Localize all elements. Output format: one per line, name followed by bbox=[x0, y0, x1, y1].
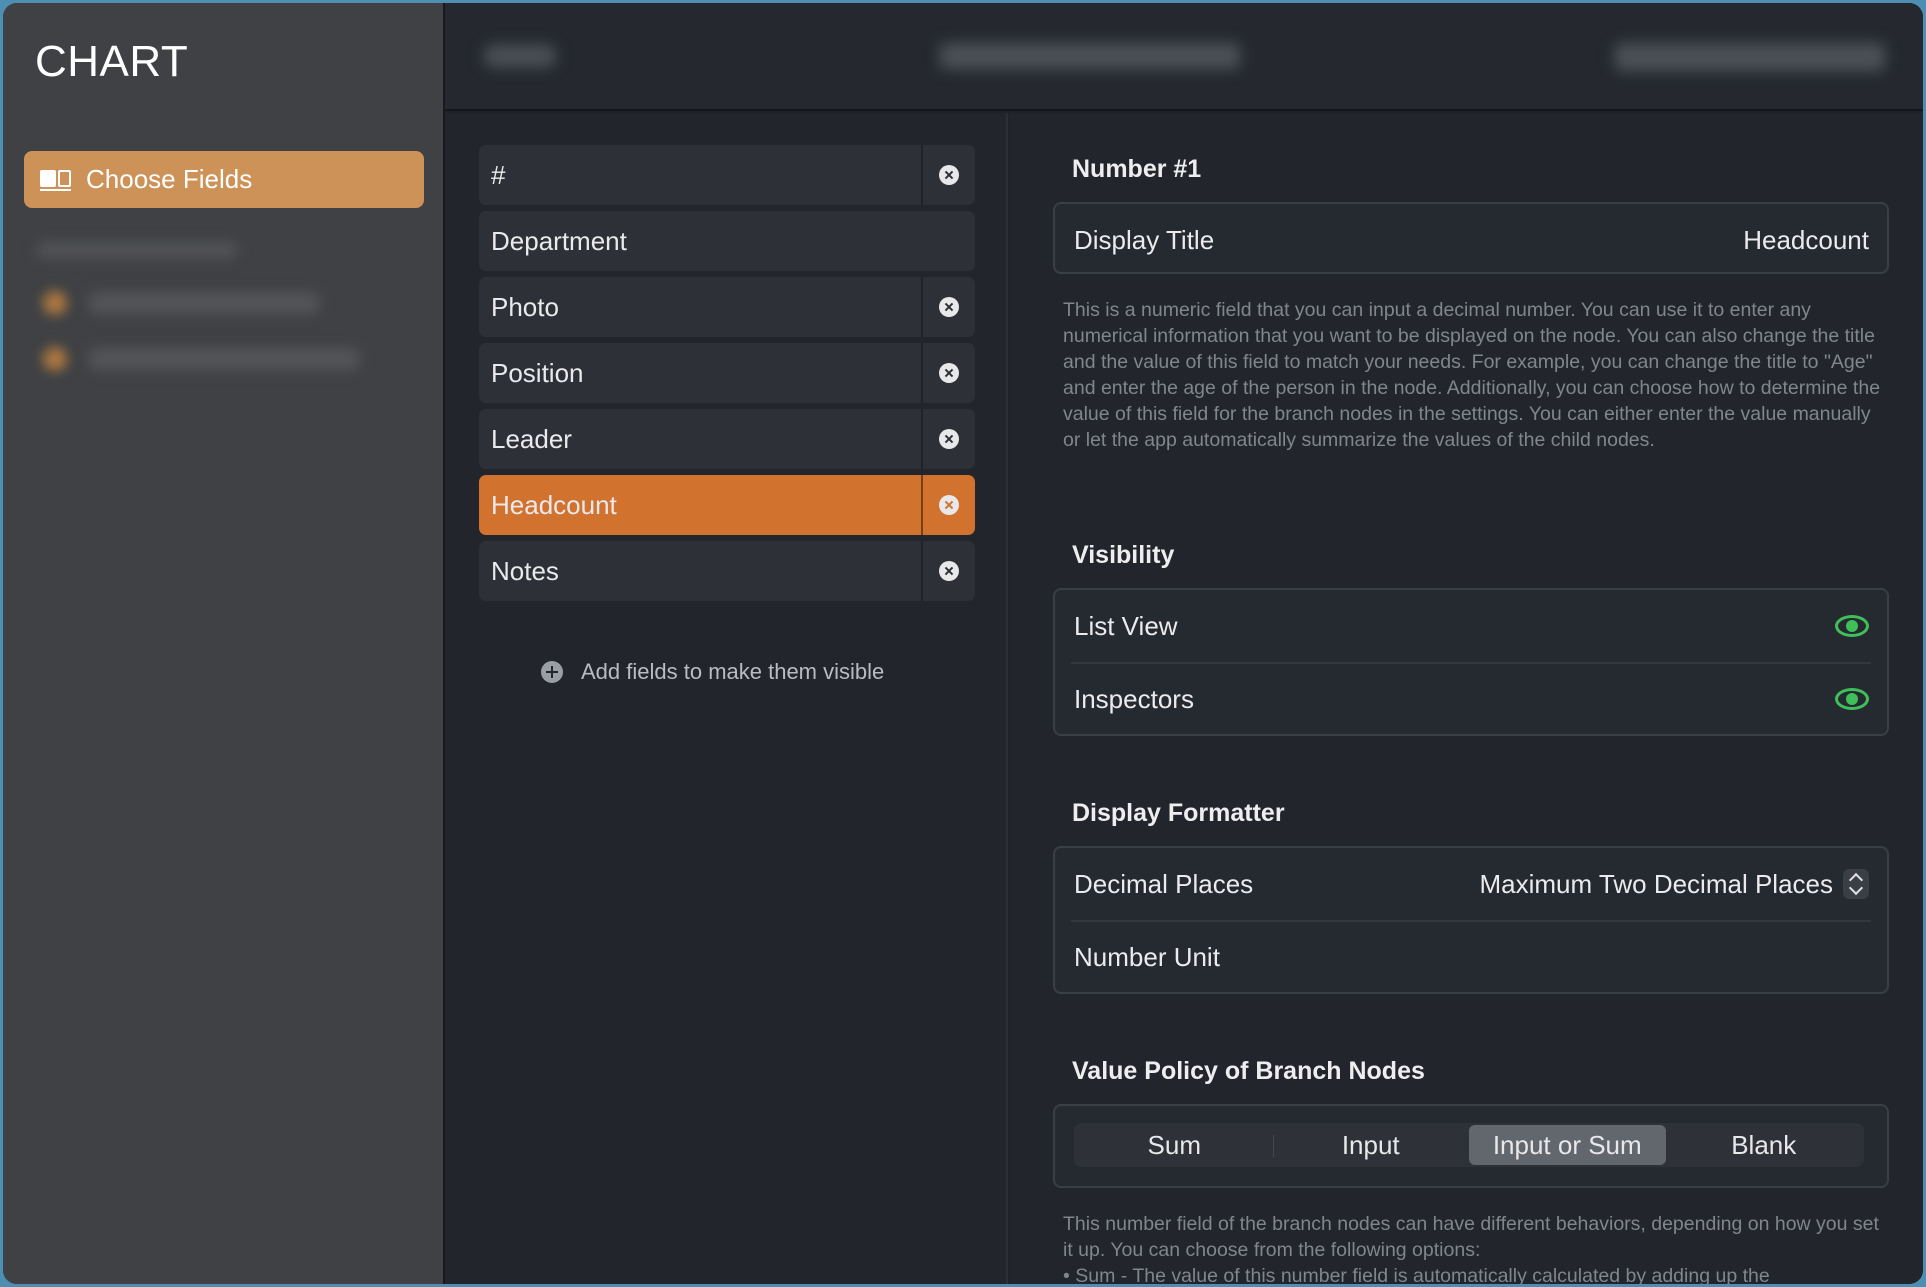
segment-blank[interactable]: Blank bbox=[1666, 1125, 1863, 1165]
field-row-photo[interactable]: Photo bbox=[479, 277, 975, 337]
segment-input[interactable]: Input bbox=[1272, 1125, 1470, 1165]
blurred-toolbar-action[interactable] bbox=[1615, 43, 1885, 71]
remove-circle-icon bbox=[939, 495, 959, 515]
value-policy-box: Sum Input Input or Sum Blank bbox=[1053, 1104, 1889, 1188]
blurred-toolbar-title bbox=[485, 45, 555, 67]
app-window: CHART Choose Fields # Department Photo P… bbox=[3, 3, 1923, 1284]
visibility-heading: Visibility bbox=[1072, 541, 1175, 569]
display-title-label: Display Title bbox=[1074, 224, 1215, 255]
display-formatter-box: Decimal Places Maximum Two Decimal Place… bbox=[1053, 846, 1889, 994]
remove-field-button[interactable] bbox=[921, 409, 975, 469]
remove-field-button[interactable] bbox=[921, 277, 975, 337]
blurred-sidebar-item[interactable] bbox=[89, 293, 319, 313]
remove-circle-icon bbox=[939, 561, 959, 581]
field-name: Notes bbox=[491, 555, 559, 586]
sidebar: CHART Choose Fields bbox=[3, 3, 445, 1284]
display-title-value[interactable]: Headcount bbox=[1743, 225, 1869, 256]
fields-panel-icon bbox=[40, 168, 72, 192]
field-row-position[interactable]: Position bbox=[479, 343, 975, 403]
field-row-headcount[interactable]: Headcount bbox=[479, 475, 975, 535]
value-policy-segmented-control: Sum Input Input or Sum Blank bbox=[1074, 1123, 1864, 1167]
sidebar-item-choose-fields[interactable]: Choose Fields bbox=[24, 151, 424, 208]
display-formatter-heading: Display Formatter bbox=[1072, 799, 1285, 827]
value-policy-heading: Value Policy of Branch Nodes bbox=[1072, 1057, 1425, 1085]
number-unit-row[interactable]: Number Unit bbox=[1071, 920, 1871, 992]
segment-sum[interactable]: Sum bbox=[1076, 1125, 1273, 1165]
remove-field-button[interactable] bbox=[921, 145, 975, 205]
segment-input-or-sum[interactable]: Input or Sum bbox=[1469, 1125, 1666, 1165]
eye-icon[interactable] bbox=[1835, 615, 1869, 637]
value-policy-description: This number field of the branch nodes ca… bbox=[1063, 1211, 1893, 1284]
main-area: # Department Photo Position Leader Headc… bbox=[445, 3, 1923, 1284]
blurred-sidebar-item[interactable] bbox=[89, 349, 359, 369]
list-view-label: List View bbox=[1074, 610, 1178, 641]
add-fields-label: Add fields to make them visible bbox=[581, 659, 885, 684]
field-name: Position bbox=[491, 357, 584, 388]
remove-field-button[interactable] bbox=[921, 475, 975, 535]
sidebar-item-label: Choose Fields bbox=[86, 164, 253, 194]
blurred-item-icon bbox=[43, 291, 67, 315]
plus-circle-icon bbox=[541, 661, 563, 683]
field-inspector: Number #1 Display Title Headcount This i… bbox=[1010, 113, 1923, 1284]
decimal-places-label: Decimal Places bbox=[1074, 868, 1254, 899]
blurred-section-header bbox=[37, 243, 237, 257]
top-toolbar bbox=[445, 3, 1923, 111]
blurred-item-icon bbox=[43, 347, 67, 371]
field-name: # bbox=[491, 159, 506, 190]
add-fields-hint[interactable]: Add fields to make them visible bbox=[541, 659, 884, 685]
blurred-toolbar-tab[interactable] bbox=[940, 43, 1240, 69]
field-name: Photo bbox=[491, 291, 559, 322]
decimal-places-row: Decimal Places Maximum Two Decimal Place… bbox=[1055, 848, 1887, 920]
field-name: Headcount bbox=[491, 489, 617, 520]
field-row-leader[interactable]: Leader bbox=[479, 409, 975, 469]
field-list-panel: # Department Photo Position Leader Headc… bbox=[445, 113, 1008, 1284]
number-unit-label: Number Unit bbox=[1074, 941, 1220, 972]
remove-field-button[interactable] bbox=[921, 343, 975, 403]
chevron-up-down-icon[interactable] bbox=[1843, 869, 1869, 899]
visibility-box: List View Inspectors bbox=[1053, 588, 1889, 736]
remove-circle-icon bbox=[939, 297, 959, 317]
remove-circle-icon bbox=[939, 165, 959, 185]
field-row-notes[interactable]: Notes bbox=[479, 541, 975, 601]
eye-icon[interactable] bbox=[1835, 688, 1869, 710]
field-name: Leader bbox=[491, 423, 572, 454]
display-title-row[interactable]: Display Title Headcount bbox=[1055, 204, 1887, 276]
list-view-row: List View bbox=[1055, 590, 1887, 662]
field-row-department[interactable]: Department bbox=[479, 211, 975, 271]
field-heading: Number #1 bbox=[1072, 155, 1202, 183]
value-policy-description-line: • Sum - The value of this number field i… bbox=[1063, 1265, 1770, 1284]
inspectors-label: Inspectors bbox=[1074, 683, 1194, 714]
inspectors-row: Inspectors bbox=[1071, 662, 1871, 734]
value-policy-description-line: This number field of the branch nodes ca… bbox=[1063, 1213, 1879, 1261]
remove-field-button[interactable] bbox=[921, 541, 975, 601]
remove-circle-icon bbox=[939, 363, 959, 383]
decimal-places-select[interactable]: Maximum Two Decimal Places bbox=[1479, 869, 1833, 900]
field-description: This is a numeric field that you can inp… bbox=[1063, 299, 1881, 451]
app-brand: CHART bbox=[35, 37, 189, 86]
remove-circle-icon bbox=[939, 429, 959, 449]
field-name: Department bbox=[491, 225, 627, 256]
field-row-number[interactable]: # bbox=[479, 145, 975, 205]
display-title-box: Display Title Headcount bbox=[1053, 202, 1889, 274]
